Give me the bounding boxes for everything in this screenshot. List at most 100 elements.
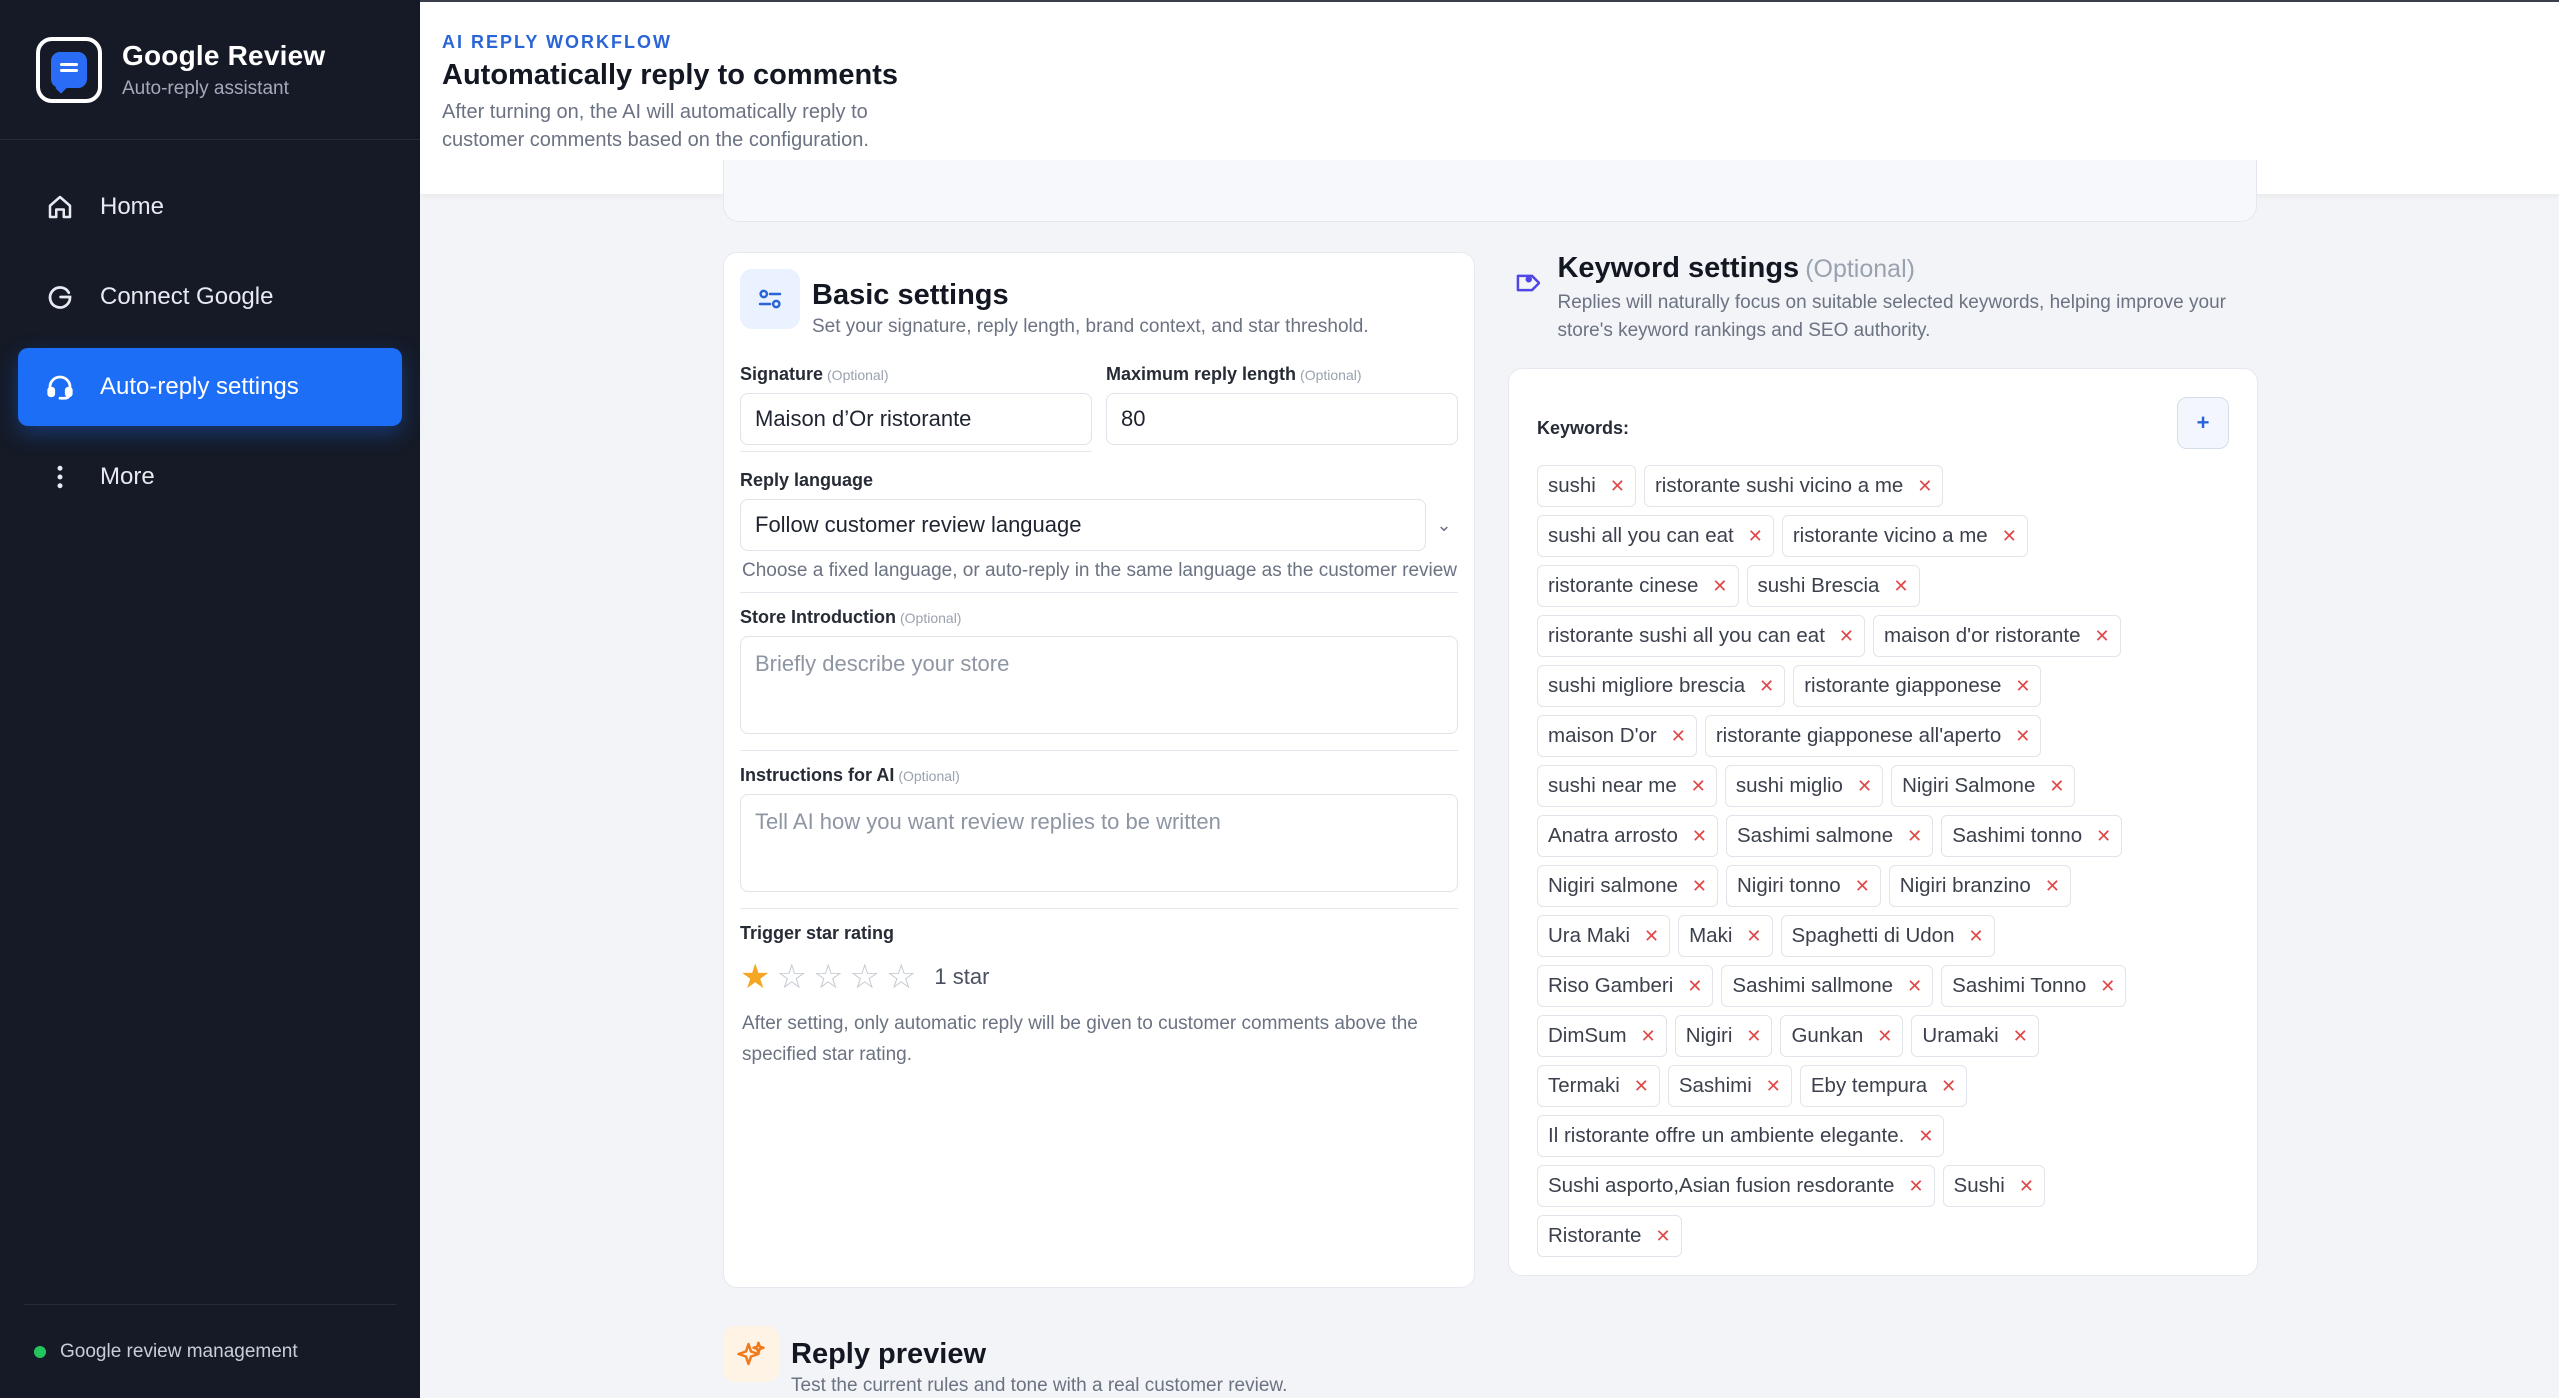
keyword-settings-header: Keyword settings (Optional) Replies will … (1508, 252, 2258, 345)
keyword-chip: Spaghetti di Udon ✕ (1780, 915, 1995, 957)
remove-keyword-icon[interactable]: ✕ (1692, 876, 1707, 897)
keyword-chip-label: ristorante cinese (1548, 574, 1699, 597)
keyword-chip: Sashimi salmone ✕ (1726, 815, 1934, 857)
remove-keyword-icon[interactable]: ✕ (1917, 476, 1932, 497)
remove-keyword-icon[interactable]: ✕ (1766, 1076, 1781, 1097)
remove-keyword-icon[interactable]: ✕ (2049, 776, 2064, 797)
keyword-chip-label: ristorante sushi all you can eat (1548, 624, 1825, 647)
sidebar-item-home[interactable]: Home (18, 168, 402, 246)
basic-settings-title: Basic settings (812, 279, 1009, 311)
remove-keyword-icon[interactable]: ✕ (1692, 826, 1707, 847)
star-icon[interactable]: ☆ (776, 960, 806, 994)
remove-keyword-icon[interactable]: ✕ (1907, 826, 1922, 847)
remove-keyword-icon[interactable]: ✕ (2100, 976, 2115, 997)
max-length-input[interactable]: 80 (1106, 393, 1458, 445)
google-g-icon (44, 281, 76, 313)
add-keyword-button[interactable]: + (2177, 397, 2229, 449)
remove-keyword-icon[interactable]: ✕ (2002, 526, 2017, 547)
keyword-chip-label: maison d'or ristorante (1884, 624, 2081, 647)
brand-title: Google Review (122, 39, 326, 71)
keyword-list: sushi ✕ ristorante sushi vicino a me ✕ sushi… (1537, 465, 2177, 1265)
keyword-chip-label: Maki (1689, 924, 1733, 947)
sliders-icon (740, 269, 800, 329)
store-intro-textarea[interactable]: Briefly describe your store (740, 636, 1458, 734)
star-icon[interactable]: ☆ (849, 960, 879, 994)
keyword-chip: Ristorante ✕ (1537, 1215, 1682, 1257)
sidebar-item-label: Home (100, 193, 165, 220)
remove-keyword-icon[interactable]: ✕ (2015, 726, 2030, 747)
keyword-chip: DimSum ✕ (1537, 1015, 1667, 1057)
keyword-chip: Nigiri ✕ (1674, 1015, 1773, 1057)
remove-keyword-icon[interactable]: ✕ (2019, 1176, 2034, 1197)
chevron-down-icon[interactable]: ⌄ (1430, 515, 1458, 536)
star-icon[interactable]: ☆ (813, 960, 843, 994)
remove-keyword-icon[interactable]: ✕ (2045, 876, 2060, 897)
keyword-chip: sushi all you can eat ✕ (1537, 515, 1774, 557)
signature-label: Signature (Optional) (740, 364, 889, 384)
sidebar-item-auto-reply-settings[interactable]: Auto-reply settings (18, 348, 402, 426)
remove-keyword-icon[interactable]: ✕ (1855, 876, 1870, 897)
remove-keyword-icon[interactable]: ✕ (2096, 826, 2111, 847)
remove-keyword-icon[interactable]: ✕ (1941, 1076, 1956, 1097)
keyword-chip-label: sushi migliore brescia (1548, 674, 1746, 697)
remove-keyword-icon[interactable]: ✕ (1918, 1126, 1933, 1147)
sidebar-footer: Google review management (24, 1304, 396, 1398)
remove-keyword-icon[interactable]: ✕ (1877, 1026, 1892, 1047)
remove-keyword-icon[interactable]: ✕ (1746, 926, 1761, 947)
sidebar-item-more[interactable]: More (18, 438, 402, 516)
previous-card-edge (723, 160, 2257, 222)
keyword-chip-label: ristorante vicino a me (1792, 524, 1988, 547)
remove-keyword-icon[interactable]: ✕ (1857, 776, 1872, 797)
remove-keyword-icon[interactable]: ✕ (1746, 1026, 1761, 1047)
sidebar-item-label: Connect Google (100, 283, 274, 310)
keyword-chip: sushi Brescia ✕ (1746, 565, 1920, 607)
keyword-settings-description: Replies will naturally focus on suitable… (1557, 292, 2226, 341)
remove-keyword-icon[interactable]: ✕ (1644, 926, 1659, 947)
keyword-chip: ristorante vicino a me ✕ (1781, 515, 2028, 557)
keyword-chip-label: Ristorante (1548, 1224, 1642, 1247)
keyword-chip: Riso Gamberi ✕ (1537, 965, 1714, 1007)
instructions-textarea[interactable]: Tell AI how you want review replies to b… (740, 794, 1458, 892)
remove-keyword-icon[interactable]: ✕ (1908, 1176, 1923, 1197)
keyword-chip: Uramaki ✕ (1911, 1015, 2039, 1057)
sparkles-icon (723, 1326, 779, 1382)
remove-keyword-icon[interactable]: ✕ (1687, 976, 1702, 997)
remove-keyword-icon[interactable]: ✕ (1839, 626, 1854, 647)
remove-keyword-icon[interactable]: ✕ (1907, 976, 1922, 997)
keyword-chip: Sashimi tonno ✕ (1941, 815, 2123, 857)
star-icon[interactable]: ☆ (886, 960, 916, 994)
remove-keyword-icon[interactable]: ✕ (2015, 676, 2030, 697)
keyword-chip: Sashimi ✕ (1667, 1065, 1792, 1107)
remove-keyword-icon[interactable]: ✕ (1641, 1026, 1656, 1047)
reply-language-help: Choose a fixed language, or auto-reply i… (742, 560, 1458, 581)
footer-status-text: Google review management (60, 1340, 298, 1362)
remove-keyword-icon[interactable]: ✕ (1893, 576, 1908, 597)
keyword-chip-label: Sashimi salmone (1737, 824, 1894, 847)
remove-keyword-icon[interactable]: ✕ (1968, 926, 1983, 947)
sidebar-item-connect-google[interactable]: Connect Google (18, 258, 402, 336)
remove-keyword-icon[interactable]: ✕ (1655, 1226, 1670, 1247)
remove-keyword-icon[interactable]: ✕ (1691, 776, 1706, 797)
sidebar-item-label: Auto-reply settings (100, 373, 299, 400)
remove-keyword-icon[interactable]: ✕ (1759, 676, 1774, 697)
remove-keyword-icon[interactable]: ✕ (1634, 1076, 1649, 1097)
keyword-chip-label: Nigiri Salmone (1902, 774, 2036, 797)
signature-input[interactable]: Maison d’Or ristorante (740, 393, 1092, 445)
remove-keyword-icon[interactable]: ✕ (1748, 526, 1763, 547)
keyword-chip-label: Sashimi Tonno (1952, 974, 2087, 997)
keyword-chip: Nigiri tonno ✕ (1725, 865, 1881, 907)
reply-language-select[interactable]: Follow customer review language (740, 499, 1426, 551)
remove-keyword-icon[interactable]: ✕ (1712, 576, 1727, 597)
sidebar: Google Review Auto-reply assistant Home … (0, 0, 420, 1398)
keyword-chip-label: Nigiri branzino (1899, 874, 2031, 897)
remove-keyword-icon[interactable]: ✕ (1671, 726, 1686, 747)
remove-keyword-icon[interactable]: ✕ (1610, 476, 1625, 497)
remove-keyword-icon[interactable]: ✕ (2094, 626, 2109, 647)
star-icon[interactable]: ★ (740, 960, 770, 994)
remove-keyword-icon[interactable]: ✕ (2013, 1026, 2028, 1047)
keyword-chip: sushi miglio ✕ (1724, 765, 1884, 807)
keyword-chip-label: Il ristorante offre un ambiente elegante… (1548, 1124, 1905, 1147)
brand-subtitle: Auto-reply assistant (122, 77, 289, 99)
star-rating-value: 1 star (934, 964, 990, 989)
keyword-chip-label: Spaghetti di Udon (1791, 924, 1955, 947)
